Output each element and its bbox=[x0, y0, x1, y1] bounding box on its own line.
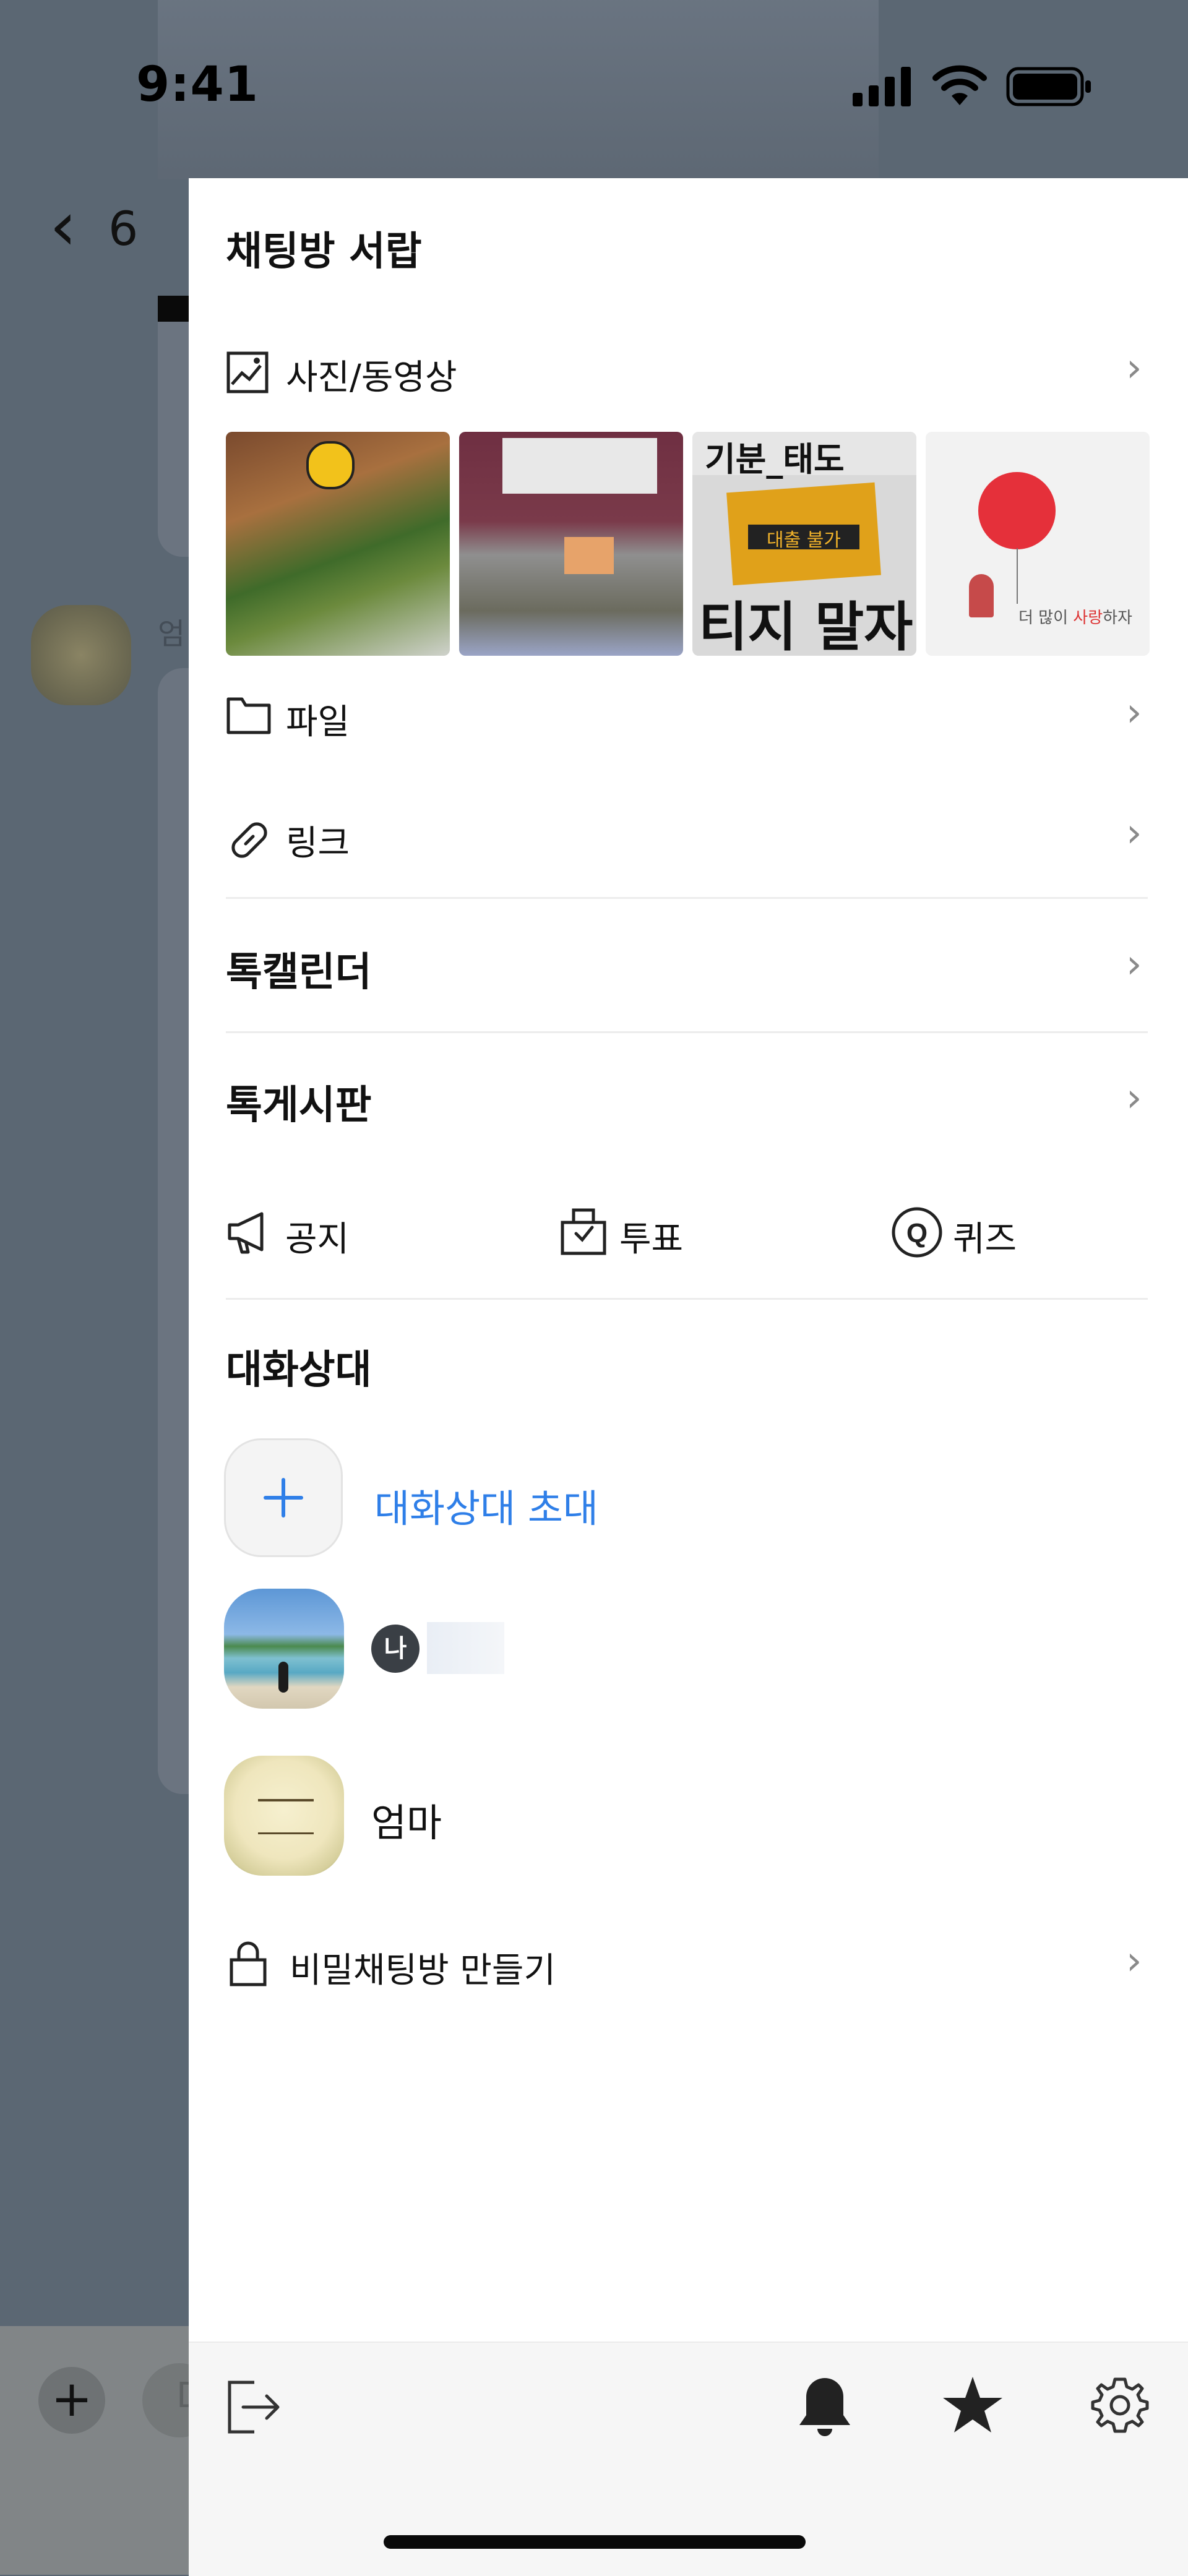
media-thumbnail-box[interactable] bbox=[459, 432, 683, 656]
chevron-right-icon: › bbox=[1126, 1075, 1142, 1121]
vote-box-icon bbox=[561, 1208, 606, 1255]
link-icon bbox=[231, 822, 267, 858]
avatar-me[interactable] bbox=[224, 1589, 344, 1709]
media-label: 사진/동영상 bbox=[286, 358, 457, 398]
talk-calendar-label: 톡캘린더 bbox=[226, 950, 372, 995]
unread-count: 6 bbox=[108, 201, 139, 256]
divider bbox=[226, 1298, 1148, 1300]
chevron-right-icon: › bbox=[1126, 1938, 1142, 1984]
status-time: 9:41 bbox=[136, 57, 259, 113]
talk-board-label: 톡게시판 bbox=[226, 1083, 372, 1128]
invite-button[interactable] bbox=[224, 1438, 343, 1557]
chat-background-bubble-mark bbox=[158, 296, 189, 324]
avatar bbox=[31, 605, 131, 705]
exit-icon[interactable] bbox=[226, 2379, 283, 2436]
quiz-icon: Q bbox=[892, 1207, 942, 1258]
chat-input-bar bbox=[0, 2326, 192, 2575]
member-name-redacted bbox=[427, 1622, 504, 1674]
signal-icon bbox=[853, 67, 911, 106]
chevron-right-icon: › bbox=[1126, 942, 1142, 987]
plus-icon bbox=[264, 1478, 303, 1518]
chevron-right-icon: › bbox=[1126, 690, 1142, 736]
bell-icon[interactable] bbox=[797, 2374, 853, 2439]
link-label: 링크 bbox=[286, 823, 350, 864]
notice-button[interactable]: 공지 bbox=[226, 1200, 387, 1268]
me-badge: 나 bbox=[371, 1625, 420, 1673]
megaphone-icon bbox=[228, 1212, 264, 1254]
vote-label: 투표 bbox=[619, 1219, 684, 1260]
divider bbox=[226, 1031, 1148, 1033]
quiz-label: 퀴즈 bbox=[953, 1219, 1017, 1260]
avatar-mom[interactable] bbox=[224, 1756, 344, 1876]
back-chevron-icon[interactable]: ‹ bbox=[50, 192, 99, 266]
secret-chat-label: 비밀채팅방 만들기 bbox=[290, 1951, 556, 1991]
invite-label[interactable]: 대화상대 초대 bbox=[374, 1477, 598, 1533]
star-icon[interactable] bbox=[940, 2374, 1005, 2436]
sender-name: 엄 bbox=[158, 617, 186, 651]
battery-icon bbox=[1006, 67, 1091, 106]
file-row[interactable] bbox=[226, 680, 1148, 749]
svg-text:Q: Q bbox=[906, 1218, 928, 1248]
plus-icon[interactable]: + bbox=[38, 2367, 105, 2434]
member-name: 엄마 bbox=[371, 1800, 442, 1845]
home-indicator bbox=[384, 2535, 806, 2549]
members-title: 대화상대 bbox=[226, 1347, 372, 1393]
quiz-button[interactable]: Q 퀴즈 bbox=[891, 1200, 1052, 1268]
divider bbox=[226, 897, 1148, 899]
drawer-title: 채팅방 서랍 bbox=[226, 229, 422, 275]
gear-icon[interactable] bbox=[1090, 2376, 1150, 2435]
media-thumbnail-plant[interactable] bbox=[226, 432, 450, 656]
link-row[interactable] bbox=[226, 801, 1148, 869]
lock-icon bbox=[230, 1941, 267, 1986]
image-icon bbox=[226, 351, 269, 393]
media-thumbnail-balloon[interactable]: 더 많이 사랑하자 bbox=[926, 432, 1150, 656]
media-thumbnail-book[interactable]: 기분_태도 대출 불가 티지 말자 bbox=[692, 432, 916, 656]
wifi-icon bbox=[932, 65, 987, 105]
chevron-right-icon: › bbox=[1126, 345, 1142, 391]
chevron-right-icon: › bbox=[1126, 810, 1142, 856]
vote-button[interactable]: 투표 bbox=[560, 1200, 721, 1268]
folder-icon bbox=[226, 697, 271, 734]
file-label: 파일 bbox=[286, 702, 350, 742]
chat-background-photo bbox=[158, 0, 879, 179]
notice-label: 공지 bbox=[285, 1219, 350, 1260]
